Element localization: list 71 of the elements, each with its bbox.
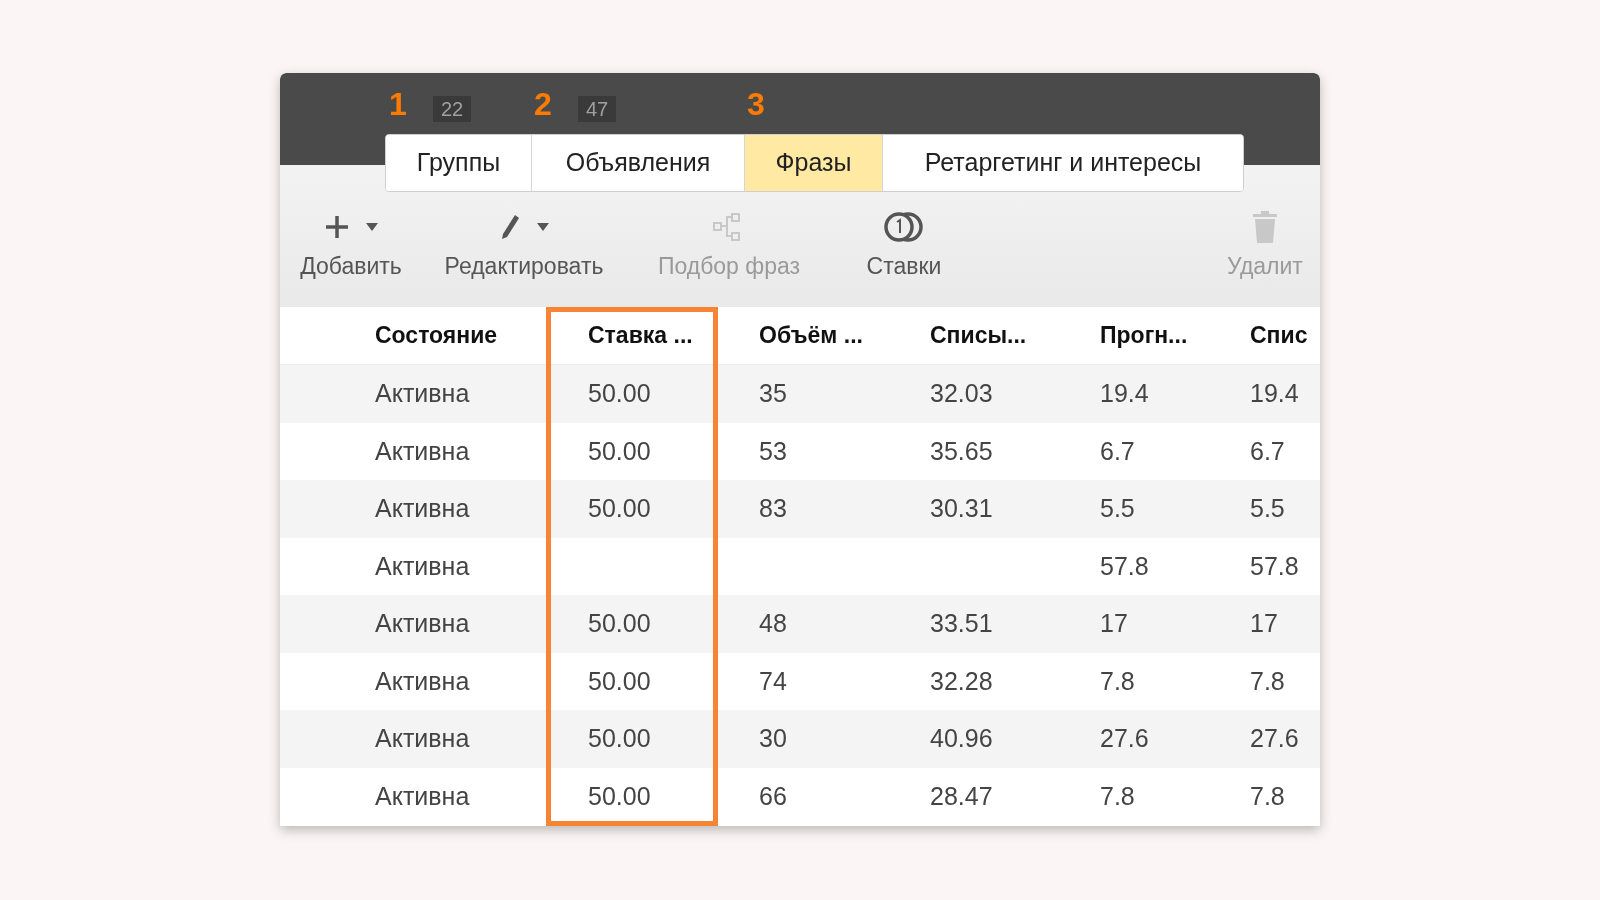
table-cell: 5.5 <box>1250 494 1285 522</box>
column-header[interactable]: Ставка ... <box>548 318 720 353</box>
table-cell: Активна <box>375 551 470 580</box>
table-cell: 48 <box>759 609 787 637</box>
table-cell: 50.00 <box>588 666 651 695</box>
table-row[interactable]: Активна 50.00 35 32.03 19.4 19.4 <box>280 365 1320 423</box>
table-row[interactable]: Активна 57.8 57.8 <box>280 537 1320 595</box>
table-cell: 50.00 <box>588 494 651 522</box>
toolbar-button[interactable]: Ставки <box>824 208 984 283</box>
table-cell: 57.8 <box>1100 551 1149 580</box>
annotation-number: 3 <box>747 88 765 120</box>
table-cell: 33.51 <box>930 609 993 637</box>
table-row[interactable]: Активна 50.00 30 40.96 27.6 27.6 <box>280 710 1320 768</box>
table-cell: 50.00 <box>588 609 651 637</box>
table-cell: 7.8 <box>1100 781 1135 810</box>
count-badge: 22 <box>433 96 472 122</box>
table-cell: 5.5 <box>1100 494 1135 522</box>
toolbar-button[interactable]: Добавить <box>288 208 414 283</box>
table-cell: 6.7 <box>1100 436 1135 465</box>
table-cell: 17 <box>1250 609 1278 637</box>
table-cell: 6.7 <box>1250 436 1285 465</box>
annotation-number: 2 <box>534 88 552 120</box>
table-row[interactable]: Активна 50.00 66 28.47 7.8 7.8 <box>280 767 1320 825</box>
table-cell: 40.96 <box>930 724 993 752</box>
table-cell: Активна <box>375 609 470 637</box>
table-cell: Активна <box>375 379 470 407</box>
table-cell: 53 <box>759 436 787 465</box>
table-cell: 17 <box>1100 609 1128 637</box>
table-cell: 83 <box>759 494 787 522</box>
table-row[interactable]: Активна 50.00 83 30.31 5.5 5.5 <box>280 480 1320 538</box>
table-cell: 50.00 <box>588 379 651 407</box>
table-cell: Активна <box>375 724 470 752</box>
toolbar-button[interactable]: Редактировать <box>414 208 634 283</box>
table-cell: 32.03 <box>930 379 993 407</box>
table-cell: Активна <box>375 666 470 695</box>
table-cell: 28.47 <box>930 781 993 810</box>
column-header[interactable]: Списы... <box>890 318 1060 353</box>
table-cell: 30.31 <box>930 494 993 522</box>
table-row[interactable]: Активна 50.00 48 33.51 17 17 <box>280 595 1320 653</box>
table-cell: 35.65 <box>930 436 993 465</box>
table-cell: 50.00 <box>588 781 651 810</box>
table-cell: 30 <box>759 724 787 752</box>
table-cell: 35 <box>759 379 787 407</box>
count-badge: 47 <box>578 96 617 122</box>
table-cell: 50.00 <box>588 436 651 465</box>
table-cell: 50.00 <box>588 724 651 752</box>
table-cell: 74 <box>759 666 787 695</box>
table-cell: 32.28 <box>930 666 993 695</box>
table-cell: 27.6 <box>1100 724 1149 752</box>
column-header[interactable]: Прогн... <box>1060 318 1210 353</box>
table-row[interactable]: Активна 50.00 53 35.65 6.7 6.7 <box>280 422 1320 480</box>
table-cell: 19.4 <box>1250 379 1299 407</box>
table-cell: 7.8 <box>1100 666 1135 695</box>
table-cell: 27.6 <box>1250 724 1299 752</box>
column-header[interactable]: Состояние <box>280 318 548 353</box>
table-cell: 57.8 <box>1250 551 1299 580</box>
coins-icon <box>882 209 926 244</box>
tab[interactable]: Фразы <box>744 135 882 191</box>
tab[interactable]: Ретаргетинг и интересы <box>882 135 1243 191</box>
table-cell: 19.4 <box>1100 379 1149 407</box>
table-cell: Активна <box>375 494 470 522</box>
column-header[interactable]: Спис <box>1210 318 1320 353</box>
annotation-number: 1 <box>389 88 407 120</box>
table-cell: 7.8 <box>1250 666 1285 695</box>
trash-icon <box>1252 209 1278 244</box>
table-row[interactable]: Активна 50.00 74 32.28 7.8 7.8 <box>280 652 1320 710</box>
table-cell: Активна <box>375 436 470 465</box>
table-cell: 66 <box>759 781 787 810</box>
table-cell: 7.8 <box>1250 781 1285 810</box>
column-header[interactable]: Объём ... <box>720 318 890 353</box>
table-cell: Активна <box>375 781 470 810</box>
